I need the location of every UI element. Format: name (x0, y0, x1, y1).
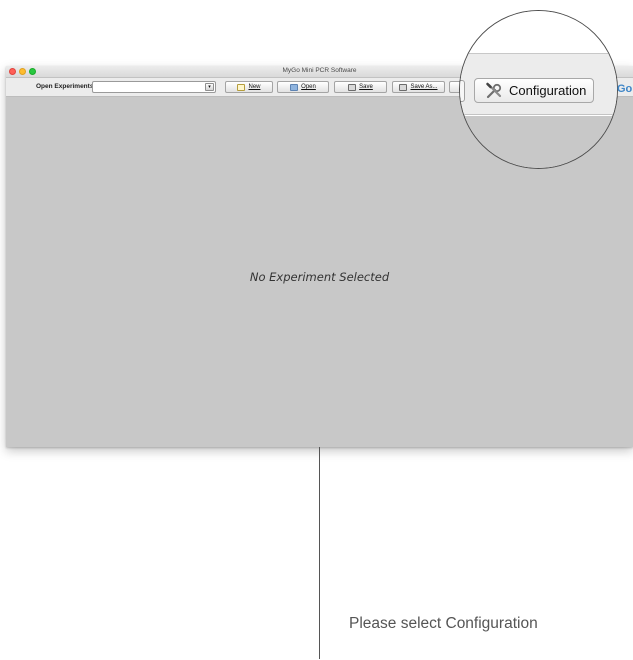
save-button-label: Save (359, 84, 373, 90)
new-button-label: New (248, 84, 261, 90)
save-as-button[interactable]: Save As... (392, 81, 445, 93)
magnifier-callout: Configuration (459, 10, 618, 169)
save-button[interactable]: Save (334, 81, 387, 93)
magnified-configuration-button[interactable]: Configuration (474, 78, 594, 103)
open-experiments-label: Open Experiments: (36, 83, 96, 90)
empty-state-message: No Experiment Selected (249, 270, 390, 284)
tools-icon (486, 82, 502, 98)
open-button[interactable]: Open (277, 81, 329, 93)
page: { "window": { "title": "MyGo Mini PCR So… (0, 0, 633, 660)
save-disk-icon (348, 83, 357, 91)
brand-logo-fragment: Go (617, 83, 633, 95)
new-document-icon (237, 83, 246, 91)
open-experiments-select[interactable]: ▾ (92, 81, 216, 93)
open-folder-icon (290, 83, 299, 91)
open-button-label: Open (301, 84, 316, 90)
callout-line (319, 447, 320, 659)
callout-instruction: Please select Configuration (349, 615, 538, 632)
configuration-label: Configuration (509, 83, 587, 98)
new-button[interactable]: New (225, 81, 273, 93)
save-as-button-label: Save As... (410, 84, 438, 90)
magnified-previous-button-edge (460, 80, 465, 102)
save-as-disk-icon (399, 83, 408, 91)
chevron-down-icon[interactable]: ▾ (205, 83, 214, 91)
